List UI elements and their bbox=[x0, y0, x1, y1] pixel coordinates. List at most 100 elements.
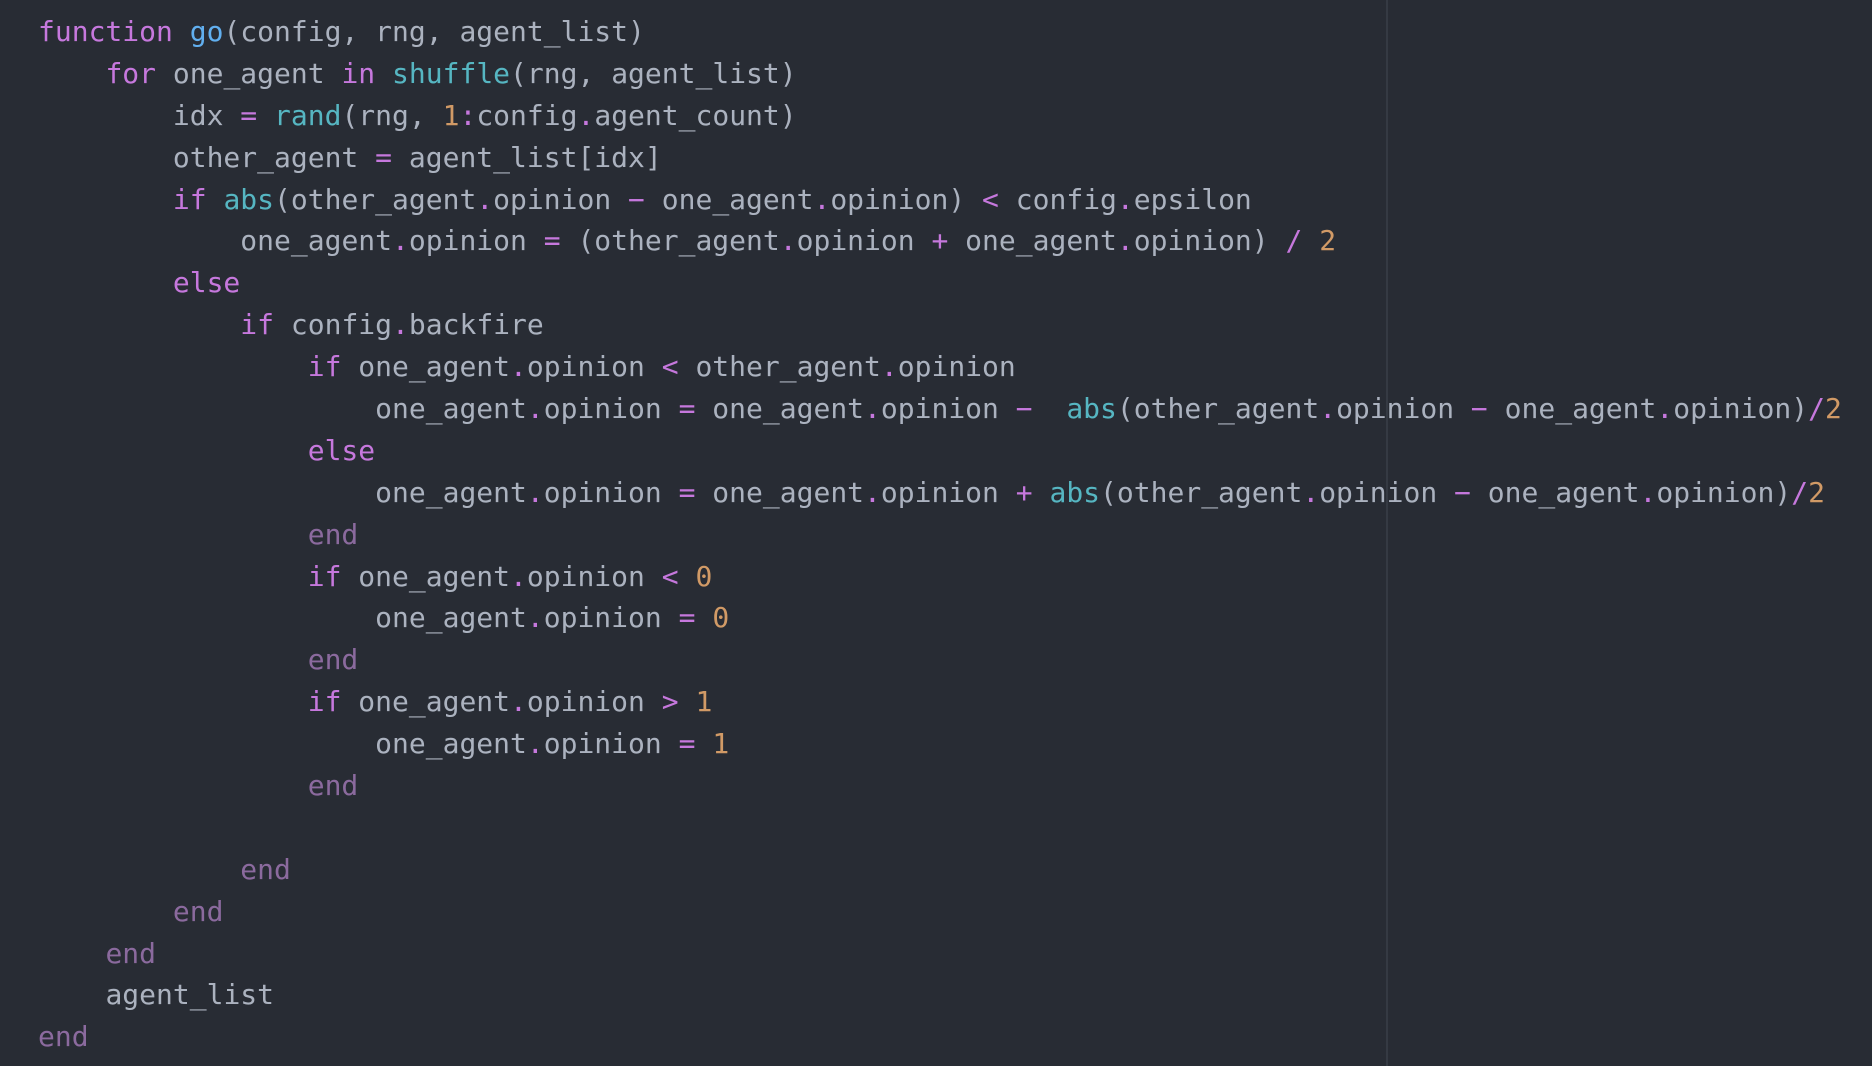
code-line[interactable]: if abs(other_agent.opinion − one_agent.o… bbox=[38, 179, 1858, 221]
code-token: opinion bbox=[1336, 392, 1471, 426]
code-token: . bbox=[1302, 475, 1320, 509]
code-line[interactable]: one_agent.opinion = (other_agent.opinion… bbox=[38, 220, 1858, 262]
code-token: config bbox=[476, 98, 578, 132]
code-token: opinion bbox=[543, 601, 679, 635]
code-token: = bbox=[678, 475, 696, 509]
scrolled-off-line-fragment: ▔▔ bbox=[38, 0, 78, 2]
code-line[interactable]: end bbox=[38, 933, 1858, 975]
code-token: abs bbox=[1066, 392, 1117, 426]
code-token: epsilon bbox=[1133, 182, 1252, 216]
code-line[interactable]: other_agent = agent_list[idx] bbox=[38, 137, 1858, 179]
code-token: opinion) bbox=[1133, 224, 1286, 258]
code-token: opinion bbox=[526, 685, 662, 719]
code-token: . bbox=[813, 182, 831, 216]
code-token: if bbox=[240, 308, 275, 342]
code-token: + bbox=[1015, 475, 1033, 509]
code-token: . bbox=[526, 727, 544, 761]
code-token: one_agent bbox=[375, 392, 527, 426]
code-line[interactable]: one_agent.opinion = 1 bbox=[38, 723, 1858, 765]
code-token: opinion bbox=[543, 475, 679, 509]
code-token: other_agent bbox=[172, 140, 376, 174]
code-token: (rng, agent_list) bbox=[510, 56, 797, 90]
code-line[interactable]: agent_list bbox=[38, 974, 1858, 1016]
code-token: else bbox=[172, 266, 241, 300]
code-line[interactable]: end bbox=[38, 1016, 1858, 1058]
code-token: = bbox=[678, 727, 696, 761]
code-token: . bbox=[392, 224, 409, 258]
code-token: 1 bbox=[712, 727, 730, 761]
code-token: < bbox=[661, 559, 679, 593]
code-line[interactable]: idx = rand(rng, 1:config.agent_count) bbox=[38, 95, 1858, 137]
code-area[interactable]: function go(config, rng, agent_list) for… bbox=[38, 11, 1858, 1058]
code-token: . bbox=[1656, 392, 1674, 426]
code-token: = bbox=[678, 392, 696, 426]
code-token: opinion bbox=[543, 392, 679, 426]
code-line[interactable]: if config.backfire bbox=[38, 304, 1858, 346]
code-token: one_agent bbox=[375, 601, 527, 635]
code-token: idx bbox=[172, 98, 241, 132]
code-token: end bbox=[240, 852, 291, 886]
code-token: one_agent bbox=[341, 350, 511, 384]
code-line[interactable]: function go(config, rng, agent_list) bbox=[38, 11, 1858, 53]
code-token: abs bbox=[223, 182, 275, 216]
code-line[interactable] bbox=[38, 807, 1858, 849]
code-token: 2 bbox=[1319, 224, 1337, 258]
code-line[interactable]: else bbox=[38, 262, 1858, 304]
code-line[interactable]: end bbox=[38, 514, 1858, 556]
code-token: (other_agent bbox=[560, 224, 780, 258]
code-line[interactable]: one_agent.opinion = one_agent.opinion − … bbox=[38, 388, 1858, 430]
code-line[interactable]: one_agent.opinion = one_agent.opinion + … bbox=[38, 472, 1858, 514]
code-token: for bbox=[105, 56, 157, 90]
code-token: opinion) bbox=[830, 182, 983, 216]
code-token: 0 bbox=[695, 559, 713, 593]
code-token: one_agent bbox=[644, 182, 814, 216]
code-line[interactable]: if one_agent.opinion < other_agent.opini… bbox=[38, 346, 1858, 388]
code-token: opinion bbox=[408, 224, 544, 258]
code-token: abs bbox=[1049, 475, 1101, 509]
code-line[interactable]: end bbox=[38, 639, 1858, 681]
code-token: end bbox=[105, 936, 157, 970]
code-editor[interactable]: ▔▔ function go(config, rng, agent_list) … bbox=[0, 0, 1872, 1066]
code-token: function bbox=[38, 15, 173, 48]
code-line[interactable]: for one_agent in shuffle(rng, agent_list… bbox=[38, 53, 1858, 95]
code-token: if bbox=[307, 559, 342, 593]
code-token: / bbox=[1808, 392, 1825, 426]
code-token: . bbox=[1639, 475, 1657, 509]
code-token: . bbox=[864, 475, 881, 509]
code-token: opinion bbox=[1319, 475, 1455, 509]
code-token: one_agent bbox=[1470, 475, 1640, 509]
code-token: one_agent bbox=[240, 224, 393, 258]
code-token: = bbox=[240, 98, 258, 132]
code-line[interactable]: end bbox=[38, 849, 1858, 891]
code-line[interactable]: one_agent.opinion = 0 bbox=[38, 597, 1858, 639]
code-token: opinion bbox=[880, 475, 1016, 509]
code-token: 2 bbox=[1808, 475, 1825, 509]
code-line[interactable]: end bbox=[38, 765, 1858, 807]
code-line[interactable]: else bbox=[38, 430, 1858, 472]
code-token: 1 bbox=[442, 98, 460, 132]
code-token: . bbox=[1319, 392, 1337, 426]
code-token: one_agent bbox=[695, 475, 865, 509]
code-token: . bbox=[476, 182, 494, 216]
code-line[interactable]: end bbox=[38, 891, 1858, 933]
code-token: . bbox=[880, 350, 898, 384]
code-line[interactable]: if one_agent.opinion < 0 bbox=[38, 556, 1858, 598]
code-line[interactable]: if one_agent.opinion > 1 bbox=[38, 681, 1858, 723]
code-token: go bbox=[189, 15, 224, 48]
code-token: if bbox=[307, 350, 342, 384]
